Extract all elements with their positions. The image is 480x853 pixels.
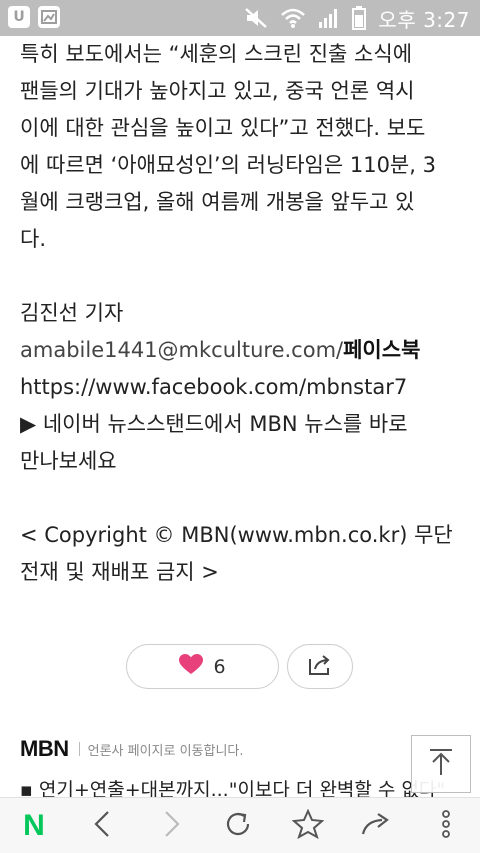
heart-icon [179, 654, 204, 679]
share-icon [307, 653, 333, 681]
u-plus-icon: U [8, 6, 30, 28]
copyright-line1: < Copyright © MBN(www.mbn.co.kr) 무단 [20, 523, 453, 547]
more-vertical-icon [441, 809, 451, 843]
chevron-right-icon [164, 810, 180, 842]
browser-toolbar: N [0, 797, 480, 853]
newsstand-promo-line1[interactable]: ▶ 네이버 뉴스스탠드에서 MBN 뉴스를 바로 [20, 406, 470, 443]
article-line: 팬들의 기대가 높아지고 있고, 중국 언론 역시 [20, 79, 415, 103]
like-button[interactable]: 6 [126, 644, 279, 689]
refresh-button[interactable] [208, 798, 268, 853]
article-line: 에 따르면 ‘아애묘성인’의 러닝타임은 110분, 3 [20, 153, 436, 177]
copyright-line2: 전재 및 재배포 금지 > [20, 560, 219, 584]
share-arrow-icon [360, 811, 392, 841]
clock: 오후 3:27 [378, 7, 470, 32]
reporter-contact: amabile1441@mkculture.com/페이스북 [20, 332, 470, 369]
arrow-up-icon [428, 748, 454, 780]
press-page-link[interactable]: 언론사 페이지로 이동합니다. [88, 740, 244, 759]
mute-icon [244, 7, 268, 29]
mbn-logo[interactable]: MBN [20, 736, 69, 762]
status-left-icons: U [8, 6, 60, 28]
reporter-email[interactable]: amabile1441@mkculture.com/ [20, 338, 343, 362]
share-toolbar-button[interactable] [346, 798, 406, 853]
article-body: 특히 보도에서는 “세훈의 스크린 진출 소식에 팬들의 기대가 높아지고 있고… [20, 36, 470, 591]
article-line: 특히 보도에서는 “세훈의 스크린 진출 소식에 [20, 42, 413, 66]
back-button[interactable] [72, 798, 132, 853]
bookmark-button[interactable] [278, 798, 338, 853]
status-right: 오후 3:27 [244, 0, 470, 36]
more-menu-button[interactable] [416, 798, 476, 853]
scroll-top-button[interactable] [411, 735, 471, 793]
gallery-icon [38, 6, 60, 28]
article-line: 월에 크랭크업, 올해 여름께 개봉을 앞두고 있 [20, 190, 415, 214]
naver-home-button[interactable]: N [4, 798, 64, 853]
reporter-name: 김진선 기자 [20, 301, 124, 325]
wifi-icon [280, 7, 306, 29]
newsstand-promo-line2[interactable]: 만나보세요 [20, 443, 470, 480]
refresh-icon [223, 809, 253, 843]
battery-icon [352, 6, 367, 30]
article-line: 이에 대한 관심을 높이고 있다”고 전했다. 보도 [20, 116, 426, 140]
status-bar: U 오후 3:27 [0, 0, 480, 36]
like-count: 6 [213, 655, 226, 678]
chevron-left-icon [94, 810, 110, 842]
signal-icon [318, 7, 340, 29]
share-button[interactable] [287, 644, 353, 689]
facebook-link[interactable]: https://www.facebook.com/mbnstar7 [20, 369, 470, 406]
divider [78, 742, 80, 756]
article-line: 다. [20, 227, 46, 251]
naver-logo-icon: N [23, 809, 45, 842]
star-icon [291, 808, 325, 843]
press-info[interactable]: MBN 언론사 페이지로 이동합니다. [20, 736, 244, 762]
forward-button[interactable] [142, 798, 202, 853]
facebook-label[interactable]: 페이스북 [343, 338, 420, 362]
